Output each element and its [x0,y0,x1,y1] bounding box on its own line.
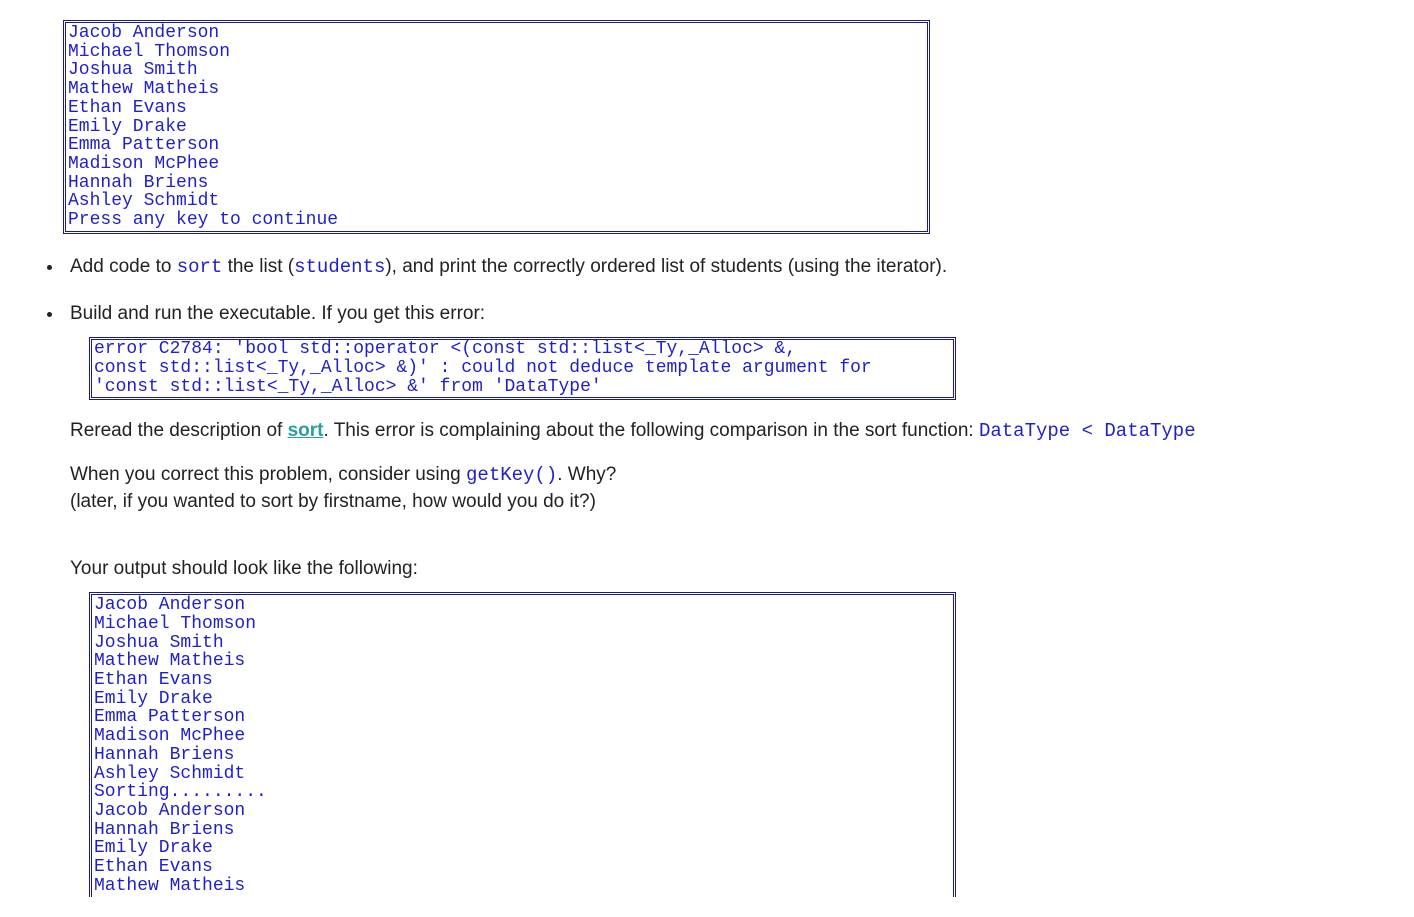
para-text-post: . Why? [557,464,616,485]
para-text-mid: . This error is complaining about the fo… [323,420,978,441]
bullet-text-mid: the list ( [222,256,294,277]
code-getkey: getKey() [466,464,557,486]
list-item: Add code to sort the list (students), an… [64,254,1394,281]
para-text-pre: Reread the description of [70,420,288,441]
paragraph-continued: (later, if you wanted to sort by firstna… [70,489,1394,516]
output-box-1: Jacob Anderson Michael Thomson Joshua Sm… [63,20,930,234]
para-text-pre: When you correct this problem, consider … [70,464,466,485]
error-box: error C2784: 'bool std::operator <(const… [89,337,956,400]
paragraph: Your output should look like the followi… [70,556,1394,583]
output-box-2: Jacob Anderson Michael Thomson Joshua Sm… [89,592,956,897]
paragraph: Reread the description of sort. This err… [70,418,1394,445]
bullet-text: Build and run the executable. If you get… [70,303,485,324]
bullet-text-post: ), and print the correctly ordered list … [385,256,947,277]
sort-link[interactable]: sort [288,420,324,441]
paragraph: When you correct this problem, consider … [70,462,1394,489]
list-item: Jacob Anderson Michael Thomson Joshua Sm… [38,20,1394,234]
instruction-list: Jacob Anderson Michael Thomson Joshua Sm… [20,20,1394,897]
list-item: Build and run the executable. If you get… [64,301,1394,897]
code-sort: sort [177,256,223,278]
bullet-text-pre: Add code to [70,256,177,277]
code-comparison: DataType < DataType [979,420,1196,442]
code-students: students [294,256,385,278]
